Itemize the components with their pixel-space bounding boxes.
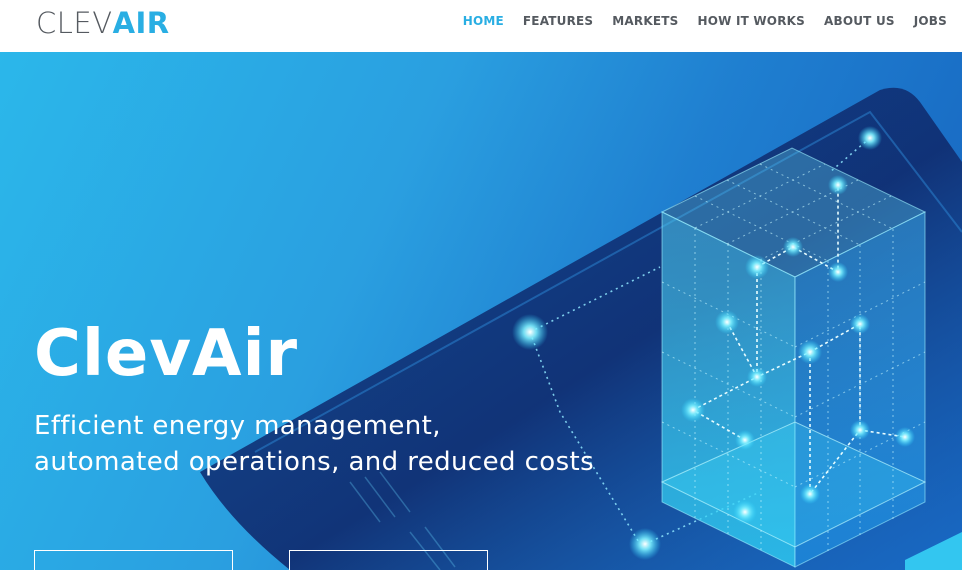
nav-how-it-works[interactable]: HOW IT WORKS — [697, 14, 805, 28]
logo-text-clev: CLEV — [36, 6, 113, 40]
hero-secondary-button[interactable] — [289, 550, 488, 570]
isometric-building-network-icon — [200, 87, 962, 570]
top-navigation-bar: CLEVAIR HOME FEATURES MARKETS HOW IT WOR… — [0, 0, 962, 52]
nav-home[interactable]: HOME — [463, 14, 504, 28]
main-nav: HOME FEATURES MARKETS HOW IT WORKS ABOUT… — [444, 14, 947, 28]
nav-markets[interactable]: MARKETS — [612, 14, 678, 28]
nav-jobs[interactable]: JOBS — [914, 14, 947, 28]
logo-text-air: AIR — [112, 6, 170, 40]
hero-section: ClevAir Efficient energy management, aut… — [0, 52, 962, 570]
hero-subtitle: Efficient energy management, automated o… — [34, 408, 594, 480]
clevair-logo[interactable]: CLEVAIR — [36, 6, 170, 40]
hero-primary-button[interactable] — [34, 550, 233, 570]
hero-subtitle-line-2: automated operations, and reduced costs — [34, 447, 595, 477]
nav-about-us[interactable]: ABOUT US — [824, 14, 895, 28]
hero-title: ClevAir — [34, 317, 299, 391]
nav-features[interactable]: FEATURES — [523, 14, 593, 28]
hero-subtitle-line-1: Efficient energy management, — [34, 411, 441, 441]
